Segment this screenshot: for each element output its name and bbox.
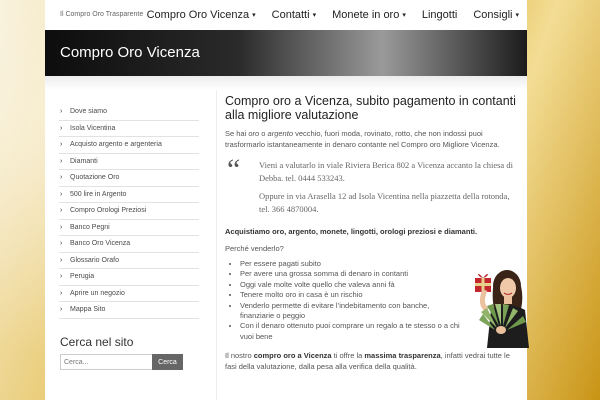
list-item: Per essere pagati subito (240, 259, 465, 269)
sidebar-item-label: Aprire un negozio (70, 289, 125, 297)
sidebar-item-label: Perugia (70, 273, 95, 281)
list-item: Con il denaro ottenuto puoi comprare un … (240, 321, 465, 342)
header-shadow (45, 76, 527, 90)
sidebar-item-label: Diamanti (70, 157, 98, 165)
chevron-right-icon: › (60, 223, 63, 231)
sidebar-item-label: Glossario Orafo (70, 256, 120, 264)
nav-item-lingotti[interactable]: Lingotti (414, 0, 465, 30)
sidebar: › Dove siamo › Isola Vicentina › Acquisto arg… (59, 104, 199, 319)
sidebar-item-glossario-orafo[interactable]: › Glossario Orafo (59, 253, 199, 269)
nav-item-contatti[interactable]: Contatti ▾ (264, 0, 324, 30)
sidebar-item-label: Isola Vicentina (70, 124, 116, 132)
intro-paragraph: Se hai oro o argento vecchio, fuori moda… (225, 129, 500, 149)
chevron-right-icon: › (60, 124, 63, 132)
sidebar-item-compro-orologi-preziosi[interactable]: › Compro Orologi Preziosi (59, 203, 199, 220)
sidebar-item-label: 500 lire in Argento (70, 190, 127, 198)
chevron-right-icon: › (60, 256, 63, 264)
nav-item-consigli[interactable]: Consigli ▾ (465, 0, 527, 30)
sidebar-item-diamanti[interactable]: › Diamanti (59, 154, 199, 170)
list-item: Tenere molto oro in casa è un rischio (240, 290, 465, 300)
sidebar-item-label: Quotazione Oro (70, 174, 120, 182)
list-item: Venderlo permette di evitare l’indebitam… (240, 301, 465, 322)
main-nav: Compro Oro Vicenza ▾ Contatti ▾ Monete in … (139, 0, 527, 30)
chevron-right-icon: › (60, 273, 63, 281)
search-button[interactable]: Cerca (152, 354, 183, 370)
caret-down-icon: ▾ (402, 12, 406, 19)
sidebar-menu: › Dove siamo › Isola Vicentina › Acquisto arg… (59, 104, 199, 319)
header-banner: Compro Oro Vicenza (45, 30, 527, 76)
address-blockquote: “ Vieni a valutarlo in viale Riviera Ber… (225, 155, 521, 215)
chevron-right-icon: › (60, 108, 63, 116)
chevron-right-icon: › (60, 190, 63, 198)
sidebar-item-banco-oro-vicenza[interactable]: › Banco Oro Vicenza (59, 236, 199, 253)
site-tagline: Il Compro Oro Trasparente (60, 11, 144, 18)
sidebar-item-aprire-un-negozio[interactable]: › Aprire un negozio (59, 286, 199, 302)
chevron-right-icon: › (60, 240, 63, 248)
top-bar: Il Compro Oro Trasparente Compro Oro Vic… (45, 0, 527, 30)
sidebar-item-label: Acquisto argento e argenteria (70, 141, 162, 149)
quote-address-vicenza: Vieni a valutarlo in viale Riviera Beric… (259, 160, 513, 183)
closing-paragraph: Il nostro compro oro a Vicenza ti offre … (225, 351, 510, 372)
chevron-right-icon: › (60, 306, 63, 314)
page-title: Compro oro a Vicenza, subito pagamento i… (225, 94, 516, 122)
chevron-right-icon: › (60, 207, 63, 215)
sidebar-item-500-lire-in-argento[interactable]: › 500 lire in Argento (59, 187, 199, 203)
sidebar-item-label: Compro Orologi Preziosi (70, 207, 147, 215)
sidebar-item-isola-vicentina[interactable]: › Isola Vicentina (59, 121, 199, 137)
search-widget-title: Cerca nel sito (60, 335, 134, 349)
search-input[interactable] (60, 354, 154, 370)
page-container: Il Compro Oro Trasparente Compro Oro Vic… (45, 0, 529, 400)
sidebar-item-label: Dove siamo (70, 108, 107, 116)
sidebar-item-dove-siamo[interactable]: › Dove siamo (59, 104, 199, 121)
reasons-list: Per essere pagati subitoPer avere una gr… (225, 259, 465, 342)
list-item: Oggi vale molte volte quello che valeva … (240, 280, 465, 290)
quote-icon: “ (227, 153, 241, 186)
nav-item-monete-in-oro[interactable]: Monete in oro ▾ (324, 0, 414, 30)
caret-down-icon: ▾ (515, 12, 519, 19)
caret-down-icon: ▾ (252, 12, 256, 19)
services-statement: Acquistiamo oro, argento, monete, lingot… (225, 227, 478, 236)
sidebar-item-quotazione-oro[interactable]: › Quotazione Oro (59, 170, 199, 187)
nav-item-compro-oro-vicenza[interactable]: Compro Oro Vicenza ▾ (139, 0, 264, 30)
chevron-right-icon: › (60, 157, 63, 165)
site-title[interactable]: Compro Oro Vicenza (60, 44, 200, 61)
sidebar-item-perugia[interactable]: › Perugia (59, 269, 199, 286)
sidebar-item-label: Mappa Sito (70, 306, 106, 314)
sidebar-item-label: Banco Oro Vicenza (70, 240, 131, 248)
list-item: Per avere una grossa somma di denaro in … (240, 269, 465, 279)
closing-link-compro-oro[interactable]: compro oro a Vicenza (254, 351, 332, 360)
sidebar-item-acquisto-argento-e-argenteria[interactable]: › Acquisto argento e argenteria (59, 137, 199, 154)
woman-with-money-image (475, 270, 529, 348)
chevron-right-icon: › (60, 174, 63, 182)
chevron-right-icon: › (60, 141, 63, 149)
caret-down-icon: ▾ (312, 12, 317, 19)
quote-address-isola: Oppure in via Arasella 12 ad Isola Vicen… (259, 191, 510, 214)
chevron-right-icon: › (60, 289, 63, 297)
why-heading: Perché venderlo? (225, 244, 284, 253)
sidebar-item-banco-pegni[interactable]: › Banco Pegni (59, 220, 199, 236)
sidebar-item-label: Banco Pegni (70, 223, 110, 231)
sidebar-item-mappa-sito[interactable]: › Mappa Sito (59, 302, 199, 319)
